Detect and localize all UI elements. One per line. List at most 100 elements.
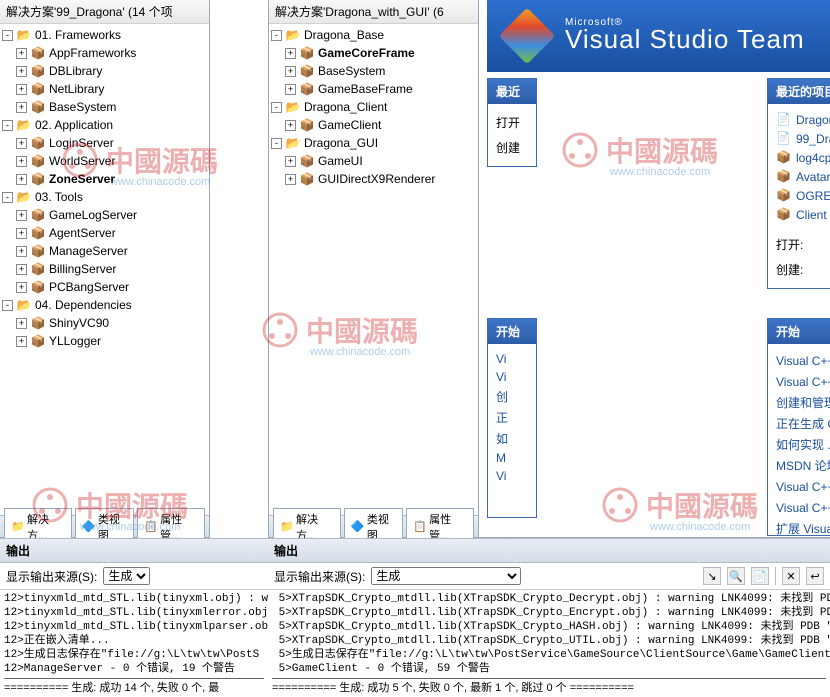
tree-item[interactable]: -📂04. Dependencies — [0, 296, 209, 314]
expand-toggle[interactable]: + — [16, 156, 27, 167]
expand-toggle[interactable]: + — [16, 246, 27, 257]
start-link-truncated[interactable]: Vi — [496, 368, 528, 386]
expand-toggle[interactable]: - — [2, 120, 13, 131]
start-link-truncated[interactable]: 创 — [496, 386, 528, 407]
expand-toggle[interactable]: - — [271, 102, 282, 113]
output-clear-icon[interactable]: ✕ — [782, 567, 800, 585]
expand-toggle[interactable]: + — [16, 138, 27, 149]
tree-item[interactable]: +📦BaseSystem — [269, 62, 478, 80]
output-source-select[interactable]: 生成 — [371, 567, 521, 585]
start-link-truncated[interactable]: 如 — [496, 428, 528, 449]
tree-item[interactable]: +📦PCBangServer — [0, 278, 209, 296]
tree-item[interactable]: +📦BaseSystem — [0, 98, 209, 116]
expand-toggle[interactable]: - — [271, 138, 282, 149]
solution-tree-left[interactable]: -📂01. Frameworks+📦AppFrameworks+📦DBLibra… — [0, 24, 209, 514]
tree-item[interactable]: +📦GameLogServer — [0, 206, 209, 224]
start-link[interactable]: Visual C++ 指导教程 — [776, 371, 830, 392]
folder-icon: 📂 — [285, 135, 301, 151]
expand-toggle[interactable]: + — [16, 66, 27, 77]
start-link[interactable]: MSDN 论坛 — [776, 455, 830, 476]
tree-item[interactable]: +📦ManageServer — [0, 242, 209, 260]
expand-toggle[interactable]: + — [16, 210, 27, 221]
expand-toggle[interactable]: + — [16, 102, 27, 113]
expand-toggle[interactable]: + — [16, 264, 27, 275]
recent-project[interactable]: 📄Dragona_with_GUI — [776, 110, 830, 129]
start-link[interactable]: Visual C++ 团队博客 — [776, 476, 830, 497]
recent-header: 最近 — [488, 79, 536, 104]
recent-project[interactable]: 📦Client — [776, 205, 830, 224]
tree-item[interactable]: +📦AgentServer — [0, 224, 209, 242]
output-title: 输出 — [268, 538, 830, 563]
tree-item[interactable]: +📦AppFrameworks — [0, 44, 209, 62]
solution-tree-right[interactable]: -📂Dragona_Base+📦GameCoreFrame+📦BaseSyste… — [269, 24, 478, 514]
start-link[interactable]: Visual C++ 的新增功能 — [776, 350, 830, 371]
start-link-truncated[interactable]: 正 — [496, 407, 528, 428]
tree-item[interactable]: -📂02. Application — [0, 116, 209, 134]
tree-item[interactable]: +📦ZoneServer — [0, 170, 209, 188]
project-icon: 📦 — [30, 99, 46, 115]
project-icon: 📦 — [776, 207, 791, 222]
expand-toggle[interactable]: + — [285, 48, 296, 59]
tree-item[interactable]: +📦GameClient — [269, 116, 478, 134]
start-link[interactable]: Visual C++ 开发中心 — [776, 497, 830, 518]
solution-icon: 📁 — [280, 520, 293, 533]
expand-toggle[interactable]: - — [2, 192, 13, 203]
solution-explorer-left: 解决方案'99_Dragona' (14 个项 -📂01. Frameworks… — [0, 0, 210, 538]
project-icon: 📦 — [30, 135, 46, 151]
start-link-truncated[interactable]: Vi — [496, 350, 528, 368]
tree-item[interactable]: -📂Dragona_Client — [269, 98, 478, 116]
output-source-select[interactable]: 生成 — [103, 567, 150, 585]
expand-toggle[interactable]: + — [16, 282, 27, 293]
start-link[interactable]: 扩展 Visual Studio — [776, 518, 830, 539]
tree-item[interactable]: +📦GameUI — [269, 152, 478, 170]
recent-project[interactable]: 📦AvatarServer — [776, 167, 830, 186]
start-link-truncated[interactable]: M — [496, 449, 528, 467]
solution-title-right: 解决方案'Dragona_with_GUI' (6 — [269, 0, 478, 24]
expand-toggle[interactable]: + — [285, 174, 296, 185]
tree-item[interactable]: +📦GameBaseFrame — [269, 80, 478, 98]
output-text-right[interactable]: 5>XTrapSDK_Crypto_mtdll.lib(XTrapSDK_Cry… — [268, 590, 830, 697]
tree-item[interactable]: -📂Dragona_Base — [269, 26, 478, 44]
open-label: 打开: — [776, 236, 821, 253]
tree-item[interactable]: +📦YLLogger — [0, 332, 209, 350]
expand-toggle[interactable]: + — [16, 318, 27, 329]
recent-project[interactable]: 📄99_Dragona — [776, 129, 830, 148]
output-wrap-icon[interactable]: ↩ — [806, 567, 824, 585]
expand-toggle[interactable]: + — [16, 84, 27, 95]
expand-toggle[interactable]: + — [285, 84, 296, 95]
expand-toggle[interactable]: + — [285, 66, 296, 77]
tree-item[interactable]: +📦GUIDirectX9Renderer — [269, 170, 478, 188]
expand-toggle[interactable]: + — [285, 120, 296, 131]
tree-item[interactable]: +📦LoginServer — [0, 134, 209, 152]
start-link[interactable]: 正在生成 C/C++ 程序 — [776, 413, 830, 434]
output-find-icon[interactable]: 🔍 — [727, 567, 745, 585]
tree-item[interactable]: +📦ShinyVC90 — [0, 314, 209, 332]
right-pane: 解决方案'Dragona_with_GUI' (6 -📂Dragona_Base… — [268, 0, 830, 538]
tree-item[interactable]: +📦BillingServer — [0, 260, 209, 278]
tree-item[interactable]: -📂03. Tools — [0, 188, 209, 206]
output-goto-icon[interactable]: ↘ — [703, 567, 721, 585]
expand-toggle[interactable]: + — [16, 48, 27, 59]
recent-project[interactable]: 📦log4cplus — [776, 148, 830, 167]
tree-item[interactable]: +📦DBLibrary — [0, 62, 209, 80]
start-link[interactable]: 如何实现 ... ? — [776, 434, 830, 455]
tree-item[interactable]: -📂Dragona_GUI — [269, 134, 478, 152]
output-panel-right: 输出 显示输出来源(S): 生成 ↘ 🔍 📄 ✕ ↩ 5>XTrapSDK_Cr… — [268, 538, 830, 695]
expand-toggle[interactable]: - — [271, 30, 282, 41]
expand-toggle[interactable]: + — [16, 174, 27, 185]
tree-item[interactable]: +📦NetLibrary — [0, 80, 209, 98]
expand-toggle[interactable]: - — [2, 300, 13, 311]
output-text-left[interactable]: 12>tinyxmld_mtd_STL.lib(tinyxml.obj) : w… — [0, 590, 268, 697]
build-summary: ========== 生成: 成功 14 个, 失败 0 个, 最 — [4, 678, 264, 695]
tree-item[interactable]: +📦WorldServer — [0, 152, 209, 170]
expand-toggle[interactable]: + — [285, 156, 296, 167]
tree-item[interactable]: +📦GameCoreFrame — [269, 44, 478, 62]
recent-project[interactable]: 📦OGRE — [776, 186, 830, 205]
expand-toggle[interactable]: + — [16, 336, 27, 347]
expand-toggle[interactable]: - — [2, 30, 13, 41]
output-copy-icon[interactable]: 📄 — [751, 567, 769, 585]
start-link-truncated[interactable]: Vi — [496, 467, 528, 485]
expand-toggle[interactable]: + — [16, 228, 27, 239]
start-link[interactable]: 创建和管理 Visual C++ 项目 — [776, 392, 830, 413]
tree-item[interactable]: -📂01. Frameworks — [0, 26, 209, 44]
